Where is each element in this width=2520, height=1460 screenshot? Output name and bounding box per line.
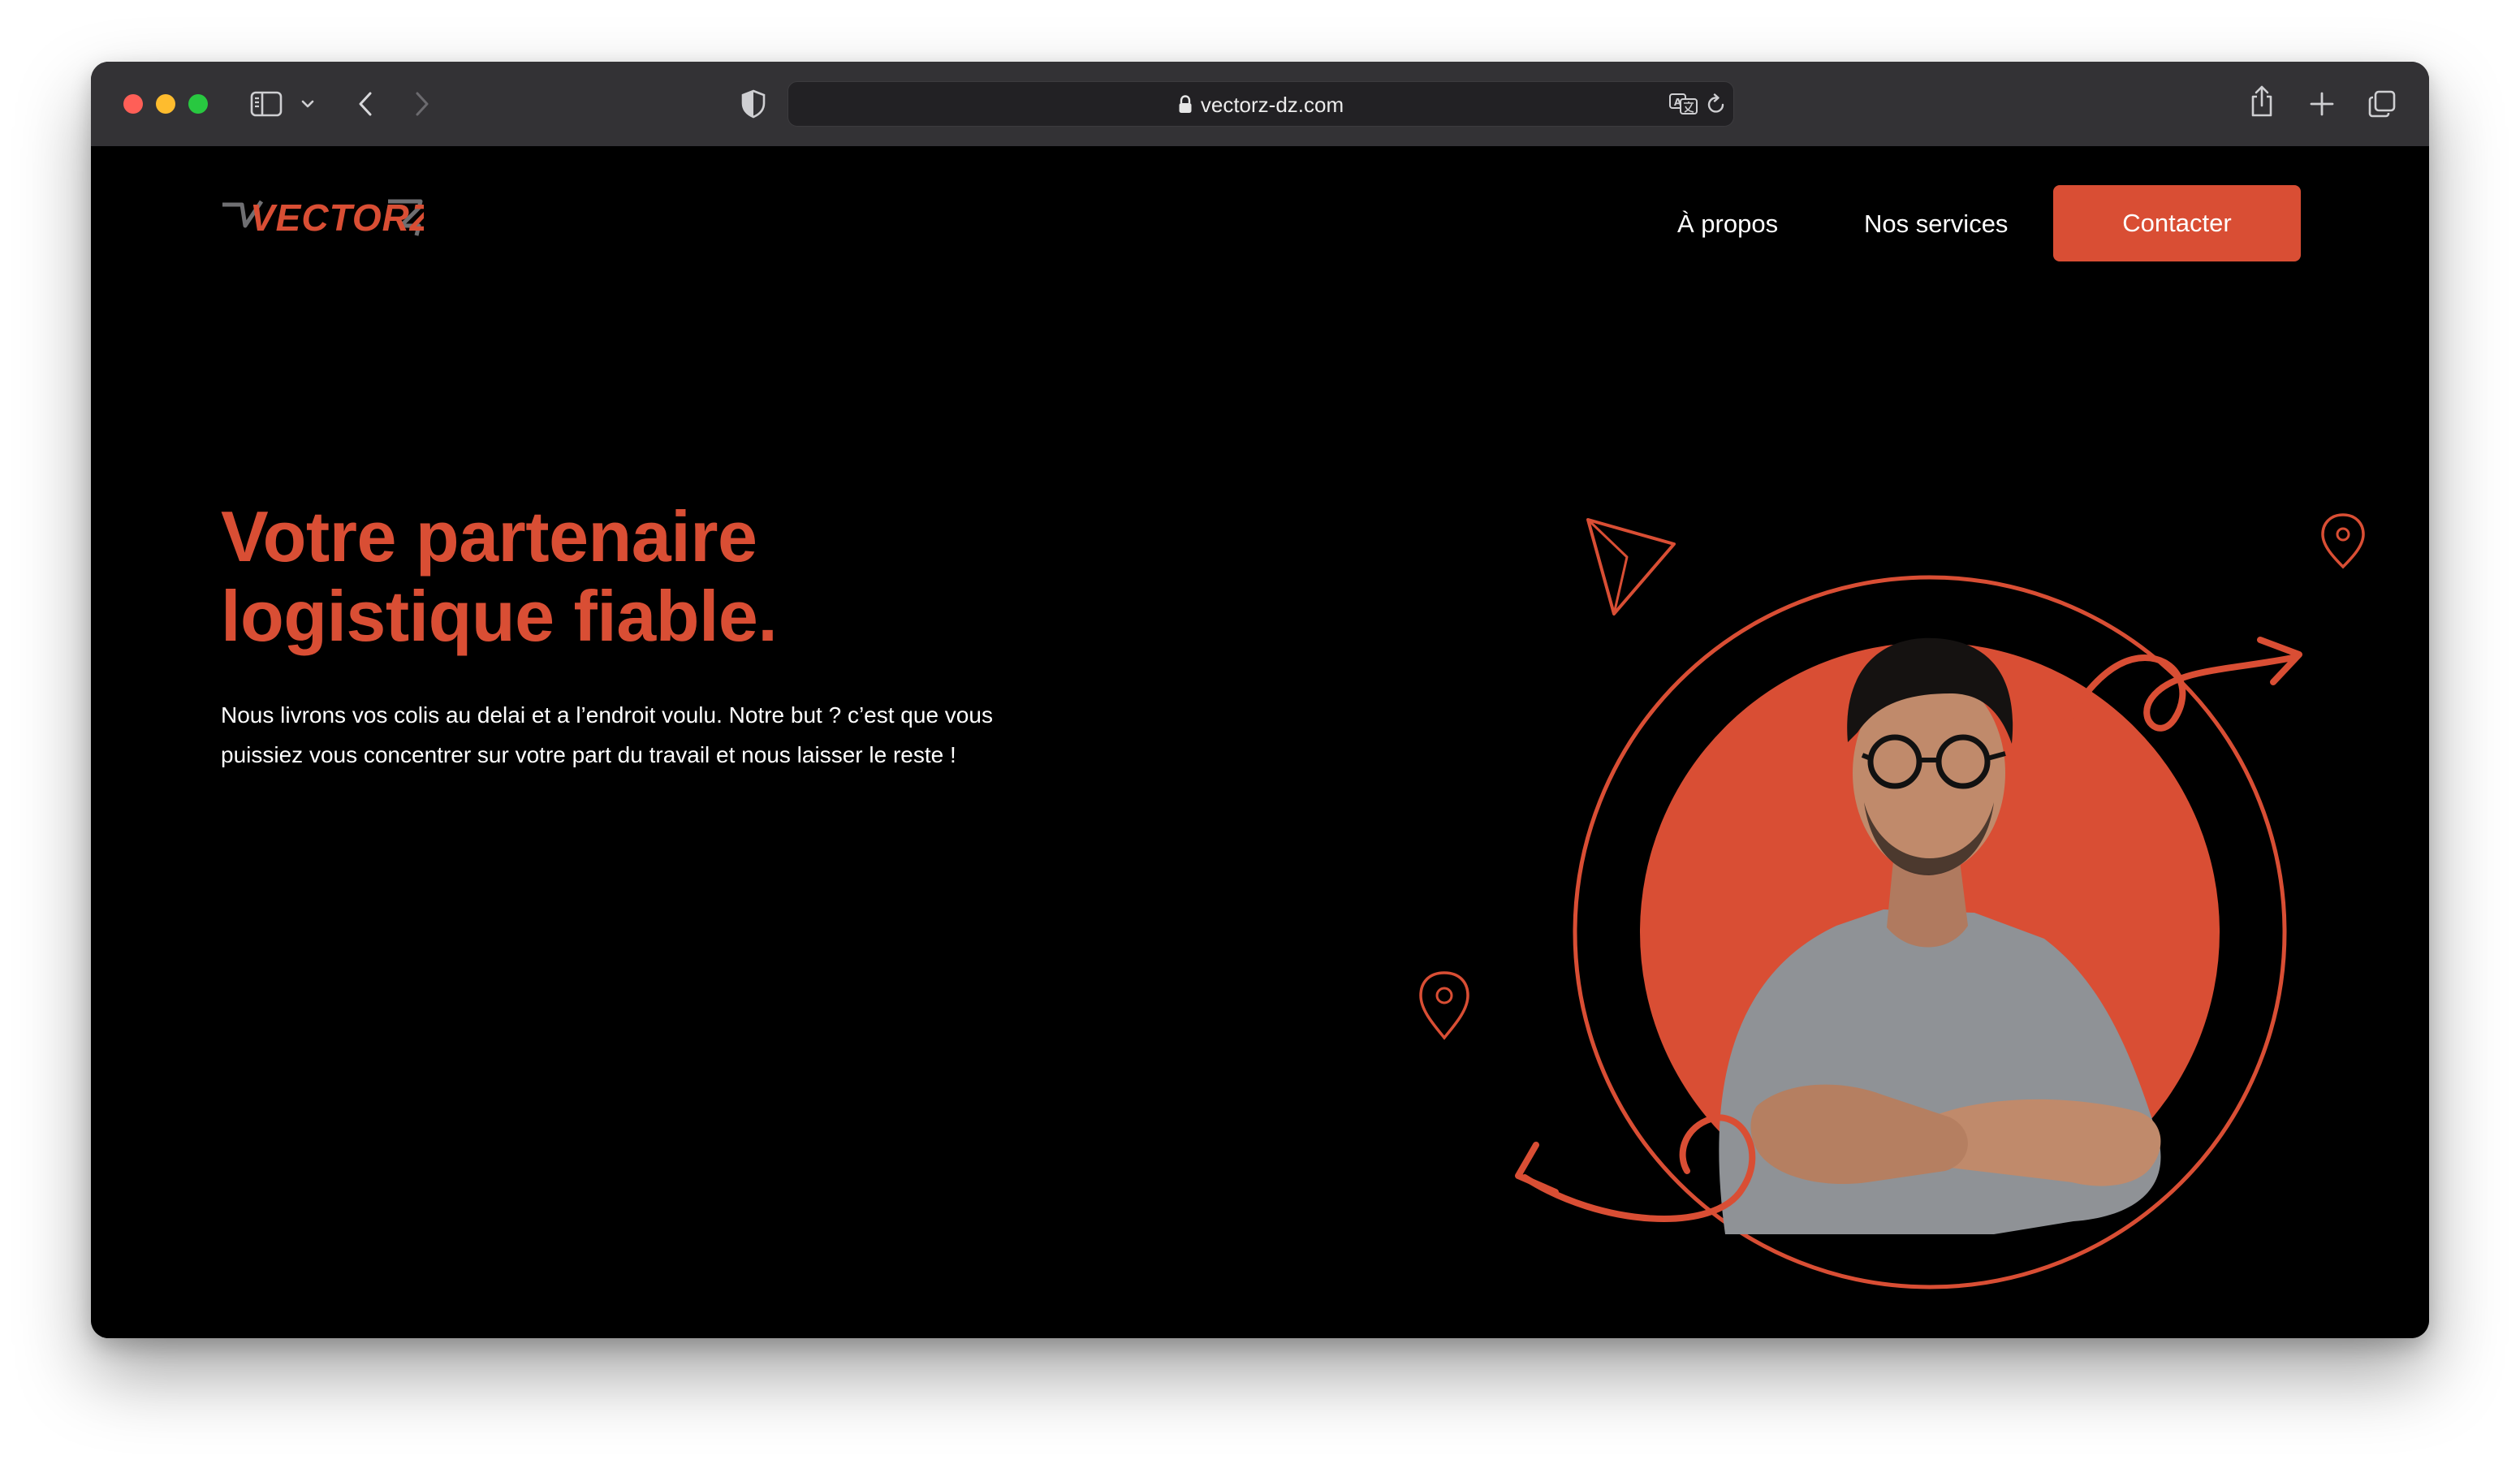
close-window-button[interactable] <box>123 94 143 114</box>
contact-button[interactable]: Contacter <box>2053 185 2301 261</box>
chevron-down-icon[interactable] <box>300 99 315 109</box>
paper-plane-icon <box>1586 518 1676 616</box>
share-icon[interactable] <box>2249 84 2275 119</box>
tab-overview-icon[interactable] <box>2367 89 2397 119</box>
zoom-window-button[interactable] <box>188 94 208 114</box>
forward-icon[interactable] <box>412 89 432 119</box>
hero-description: Nous livrons vos colis au delai et a l’e… <box>221 702 993 767</box>
location-pin-icon-top-right <box>2321 513 2365 569</box>
nav-link-nos-services[interactable]: Nos services <box>1864 211 2008 236</box>
translate-icon[interactable]: A <box>1668 92 1699 116</box>
hero-illustration <box>1419 513 2365 1289</box>
hero-title-line-1: Votre partenaire <box>221 496 757 577</box>
hero-title-line-2: logistique fiable. <box>221 576 778 656</box>
back-icon[interactable] <box>356 89 375 119</box>
location-pin-icon-left <box>1419 971 1469 1040</box>
address-bar[interactable]: vectorz-dz.com A <box>788 81 1734 127</box>
vectorz-logo[interactable]: VECTORZ <box>221 190 424 242</box>
logo-text: VECTORZ <box>250 197 424 239</box>
reload-icon[interactable] <box>1706 93 1727 116</box>
page-content: VECTORZ À propos Nos services Contacter … <box>91 146 2429 1338</box>
privacy-shield-icon[interactable] <box>740 89 766 119</box>
lock-icon <box>1179 95 1192 113</box>
nav-link-a-propos[interactable]: À propos <box>1677 211 1778 236</box>
new-tab-icon[interactable] <box>2309 91 2335 117</box>
minimize-window-button[interactable] <box>156 94 175 114</box>
hero-title: Votre partenaire logistique fiable. <box>221 497 1016 656</box>
browser-window: vectorz-dz.com A VECTORZ À propos Nos se… <box>91 62 2429 1338</box>
sidebar-icon[interactable] <box>250 91 283 117</box>
browser-toolbar: vectorz-dz.com A <box>91 62 2429 148</box>
url-text: vectorz-dz.com <box>1200 92 1344 117</box>
